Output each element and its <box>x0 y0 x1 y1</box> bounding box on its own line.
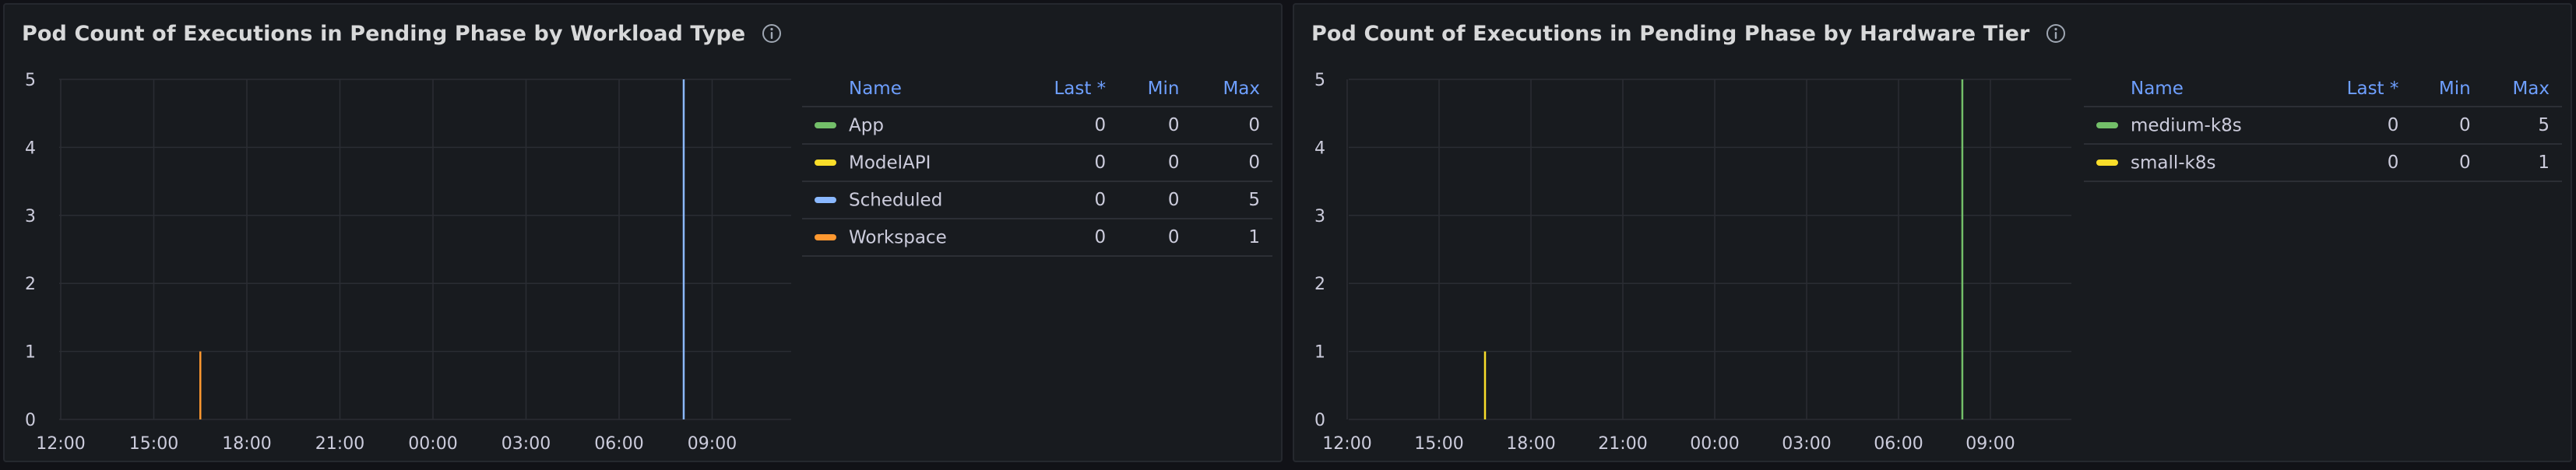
y-tick-label: 4 <box>1314 139 1325 158</box>
legend-header-last[interactable]: Last * <box>1017 72 1119 107</box>
x-tick-label: 06:00 <box>594 434 643 454</box>
x-tick-label: 21:00 <box>1598 434 1647 454</box>
legend-max-value: 0 <box>1191 144 1272 182</box>
legend-row[interactable]: ModelAPI 0 0 0 <box>802 144 1272 182</box>
y-tick-label: 0 <box>25 411 36 430</box>
y-tick-label: 1 <box>1314 343 1325 363</box>
legend-max-value: 1 <box>2483 144 2562 182</box>
x-tick-label: 09:00 <box>1965 434 2015 454</box>
series-color-swatch <box>815 197 836 204</box>
legend-min-value: 0 <box>1118 219 1192 257</box>
time-series-chart[interactable]: 0 1 2 3 4 5 12:00 15:00 18:00 21:00 00:00 03:00 06:0… <box>1294 5 2073 464</box>
y-tick-label: 1 <box>25 343 36 363</box>
series-color-swatch <box>815 234 836 241</box>
panel-workload-type: Pod Count of Executions in Pending Phase… <box>3 3 1283 462</box>
legend-row[interactable]: Scheduled 0 0 5 <box>802 181 1272 219</box>
y-tick-label: 2 <box>25 275 36 294</box>
legend-last-value: 0 <box>2312 107 2412 145</box>
legend-min-value: 0 <box>2411 107 2483 145</box>
legend-header-last[interactable]: Last * <box>2312 72 2412 107</box>
legend-min-value: 0 <box>2411 144 2483 182</box>
legend-max-value: 0 <box>1191 107 1272 145</box>
x-tick-label: 12:00 <box>36 434 85 454</box>
x-tick-label: 15:00 <box>129 434 178 454</box>
legend-row[interactable]: App 0 0 0 <box>802 107 1272 145</box>
legend-header-min[interactable]: Min <box>2411 72 2483 107</box>
x-tick-label: 03:00 <box>1782 434 1831 454</box>
y-tick-label: 5 <box>1314 71 1325 90</box>
legend-series-name[interactable]: Scheduled <box>849 190 942 210</box>
series-color-swatch <box>815 160 836 167</box>
x-tick-label: 15:00 <box>1414 434 1463 454</box>
legend-max-value: 5 <box>2483 107 2562 145</box>
x-tick-label: 12:00 <box>1322 434 1371 454</box>
y-tick-label: 3 <box>25 207 36 226</box>
series-color-swatch <box>2096 122 2118 129</box>
legend-max-value: 5 <box>1191 181 1272 219</box>
legend-min-value: 0 <box>1118 144 1192 182</box>
x-tick-label: 06:00 <box>1874 434 1923 454</box>
series-color-swatch <box>2096 160 2118 167</box>
time-series-chart[interactable]: 0 1 2 3 4 5 12:00 15:00 18:00 21:00 00:00 03:00 06:0… <box>5 5 799 464</box>
legend-max-value: 1 <box>1191 219 1272 257</box>
legend-series-name[interactable]: small-k8s <box>2131 153 2216 173</box>
legend-header-max[interactable]: Max <box>2483 72 2562 107</box>
legend-min-value: 0 <box>1118 107 1192 145</box>
legend-table: Name Last * Min Max medium-k8s 0 0 5 sma… <box>2084 72 2562 182</box>
x-tick-label: 03:00 <box>501 434 551 454</box>
y-tick-label: 0 <box>1314 411 1325 430</box>
y-tick-label: 2 <box>1314 275 1325 294</box>
legend-table: Name Last * Min Max App 0 0 0 ModelAPI 0… <box>802 72 1272 257</box>
panel-hardware-tier: Pod Count of Executions in Pending Phase… <box>1293 3 2572 462</box>
legend-last-value: 0 <box>1017 181 1119 219</box>
y-tick-label: 4 <box>25 139 36 158</box>
legend-header-min[interactable]: Min <box>1118 72 1192 107</box>
x-tick-label: 21:00 <box>315 434 364 454</box>
y-tick-label: 3 <box>1314 207 1325 226</box>
legend-min-value: 0 <box>1118 181 1192 219</box>
legend-header-name[interactable]: Name <box>802 72 1018 107</box>
legend-series-name[interactable]: ModelAPI <box>849 153 931 173</box>
legend-last-value: 0 <box>1017 107 1119 145</box>
series-color-swatch <box>815 122 836 129</box>
legend-series-name[interactable]: Workspace <box>849 227 947 247</box>
legend-header-row: Name Last * Min Max <box>2084 72 2562 107</box>
legend-series-name[interactable]: medium-k8s <box>2131 115 2242 135</box>
legend-last-value: 0 <box>2312 144 2412 182</box>
x-tick-label: 18:00 <box>222 434 271 454</box>
legend-row[interactable]: medium-k8s 0 0 5 <box>2084 107 2562 145</box>
legend-header-max[interactable]: Max <box>1191 72 1272 107</box>
y-tick-label: 5 <box>25 71 36 90</box>
x-tick-label: 00:00 <box>408 434 457 454</box>
legend-last-value: 0 <box>1017 144 1119 182</box>
legend-row[interactable]: small-k8s 0 0 1 <box>2084 144 2562 182</box>
x-tick-label: 09:00 <box>688 434 737 454</box>
x-tick-label: 18:00 <box>1506 434 1555 454</box>
legend-row[interactable]: Workspace 0 0 1 <box>802 219 1272 257</box>
legend-last-value: 0 <box>1017 219 1119 257</box>
legend-header-name[interactable]: Name <box>2084 72 2313 107</box>
legend-series-name[interactable]: App <box>849 115 884 135</box>
x-tick-label: 00:00 <box>1690 434 1739 454</box>
legend-header-row: Name Last * Min Max <box>802 72 1272 107</box>
